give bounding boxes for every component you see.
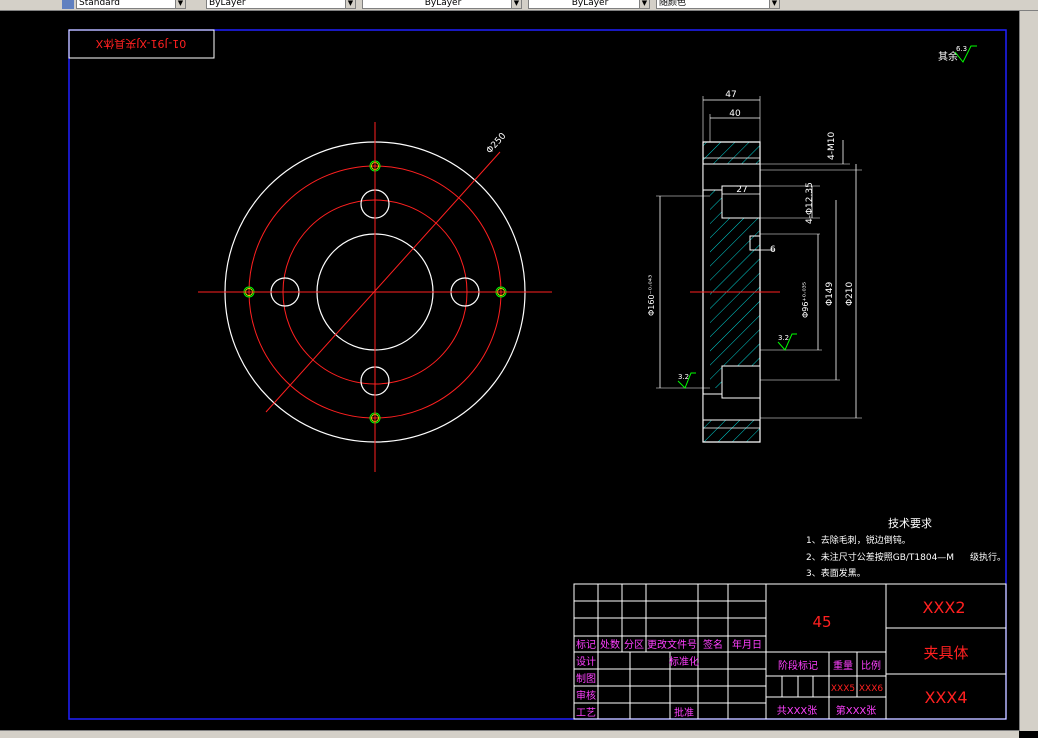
- dim-diameter-250: Φ250: [485, 131, 509, 156]
- weight-value: XXX5: [831, 684, 855, 694]
- plot-style-dropdown[interactable]: 随颜色 ▼: [656, 0, 780, 9]
- text-style-value: Standard: [79, 0, 120, 8]
- label-draw: 制图: [576, 672, 596, 685]
- label-design: 设计: [576, 655, 596, 668]
- dim-160: Φ160⁻⁰·⁰⁴³: [647, 275, 656, 316]
- roughness-general-label: 其余: [938, 50, 958, 63]
- chevron-down-icon: ▼: [175, 0, 185, 8]
- dim-47: 47: [725, 90, 736, 100]
- dim-40: 40: [729, 109, 741, 119]
- header-change-doc: 更改文件号: [647, 638, 697, 651]
- tech-line-2: 2、未注尺寸公差按照GB/T1804—M: [806, 551, 954, 563]
- dim-210: Φ210: [845, 281, 855, 306]
- color-dropdown[interactable]: ByLayer ▼: [206, 0, 356, 9]
- drawing-number: XXX2: [922, 598, 965, 617]
- label-process: 工艺: [576, 707, 596, 719]
- header-zone: 分区: [624, 639, 644, 651]
- mirror-title: 01-J91-XJ夹具体X: [95, 37, 186, 51]
- diameter-dim-line: [265, 151, 501, 413]
- header-date: 年月日: [732, 638, 762, 651]
- text-style-dropdown[interactable]: Standard ▼: [76, 0, 186, 9]
- label-check: 审核: [576, 689, 596, 702]
- chevron-down-icon: ▼: [511, 0, 521, 8]
- dim-149: Φ149: [825, 281, 835, 306]
- company: XXX4: [924, 688, 967, 707]
- header-signature: 签名: [703, 638, 723, 651]
- dim-96: Φ96⁺⁰·⁰³⁵: [801, 282, 810, 318]
- chevron-down-icon: ▼: [769, 0, 779, 8]
- label-weight: 重量: [833, 659, 853, 672]
- scale-value: XXX6: [859, 684, 883, 694]
- drawing-frame: [68, 29, 1007, 720]
- color-value: ByLayer: [209, 0, 246, 8]
- properties-toolbar: Standard ▼ ByLayer ▼ ByLayer ▼ ByLayer ▼ 随颜色…: [0, 0, 1038, 11]
- dim-4m10: 4-M10: [827, 132, 837, 160]
- tech-requirements: 技术要求 1、去除毛刺，锐边倒钝。 2、未注尺寸公差按照GB/T1804—M 级…: [806, 517, 1006, 579]
- label-scale: 比例: [861, 659, 881, 672]
- roughness-2: 3.2: [678, 373, 689, 381]
- label-standardize: 标准化: [669, 655, 699, 668]
- dim-4holes: 4-Φ12.35: [805, 182, 815, 224]
- dim-6: 6: [770, 245, 776, 255]
- drawing-canvas[interactable]: 01-J91-XJ夹具体X 其余 6.3 Φ250 47 40 27 6 4-M…: [0, 11, 1038, 737]
- chevron-down-icon: ▼: [639, 0, 649, 8]
- sheet-number: 第XXX张: [836, 704, 877, 717]
- header-mark: 标记: [576, 639, 596, 651]
- tech-heading: 技术要求: [888, 517, 932, 530]
- tech-line-2b: 级执行。: [970, 551, 1006, 563]
- label-approve: 批准: [674, 706, 694, 719]
- vertical-scrollbar[interactable]: [1019, 11, 1038, 731]
- section-view: 47 40 27 6 4-M10 4-Φ12.35 Φ96⁺⁰·⁰³⁵ Φ149…: [647, 90, 862, 443]
- plot-style-value: 随颜色: [659, 0, 687, 8]
- material: 45: [812, 613, 831, 631]
- chevron-down-icon: ▼: [345, 0, 355, 8]
- lineweight-dropdown[interactable]: ByLayer ▼: [528, 0, 650, 9]
- tech-line-1: 1、去除毛刺，锐边倒钝。: [806, 534, 911, 546]
- roughness-1: 3.2: [778, 334, 789, 342]
- header-count: 处数: [600, 638, 620, 651]
- sheets-total: 共XXX张: [777, 705, 818, 717]
- text-style-icon[interactable]: [62, 0, 74, 9]
- linetype-value: ByLayer: [424, 0, 462, 8]
- label-stage-mark: 阶段标记: [778, 659, 818, 672]
- title-block-text: 45 XXX2 夹具体 XXX4 标记 处数 分区 更改文件号 签名 年月日 设…: [576, 598, 969, 719]
- part-name: 夹具体: [923, 644, 968, 662]
- linetype-dropdown[interactable]: ByLayer ▼: [362, 0, 522, 9]
- lineweight-value: ByLayer: [571, 0, 609, 8]
- dim-27: 27: [736, 185, 747, 195]
- tech-line-3: 3、表面发黑。: [806, 567, 866, 579]
- front-view: Φ250: [198, 122, 552, 472]
- toolbar-arrow-icon[interactable]: [0, 0, 14, 9]
- roughness-general-value: 6.3: [956, 45, 967, 53]
